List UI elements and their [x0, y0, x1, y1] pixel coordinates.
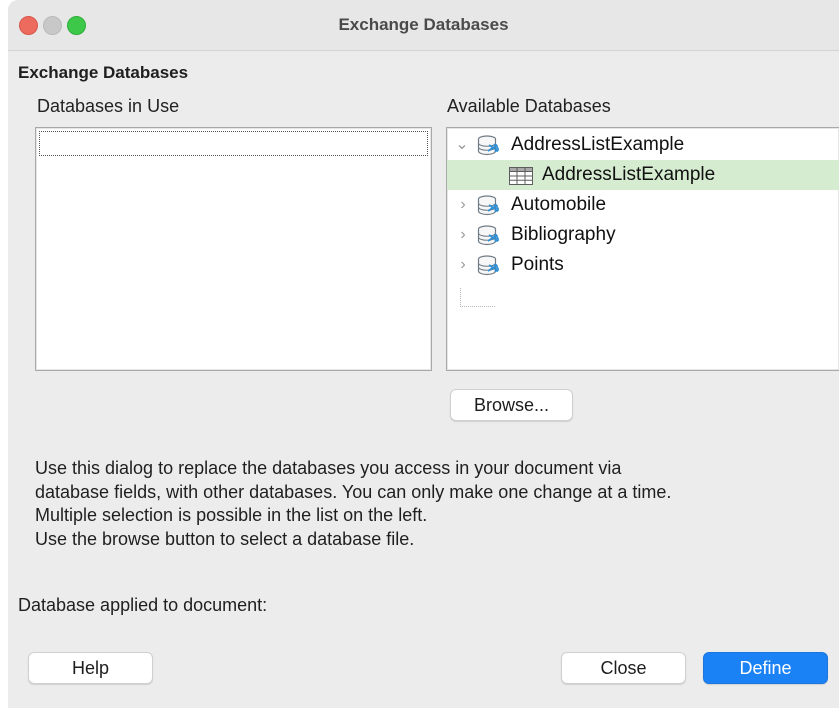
databases-in-use-list[interactable]	[35, 127, 432, 371]
chevron-right-icon[interactable]: ›	[456, 250, 470, 280]
tree-connector	[460, 288, 495, 307]
description-line: Multiple selection is possible in the li…	[35, 505, 428, 525]
database-applied-label: Database applied to document:	[18, 595, 268, 615]
close-button[interactable]: Close	[561, 652, 686, 684]
database-icon	[477, 135, 500, 162]
database-icon	[477, 255, 500, 282]
table-icon	[509, 167, 533, 191]
tree-item-label: Points	[511, 254, 564, 275]
window-title: Exchange Databases	[338, 15, 509, 34]
tree-item-label: AddressListExample	[542, 164, 716, 185]
tree-item-automobile[interactable]: › Automobile	[447, 190, 839, 220]
title-bar: Exchange Databases	[8, 0, 839, 51]
description-line: database fields, with other databases. Y…	[35, 481, 672, 502]
database-icon	[477, 195, 500, 222]
available-databases-label: Available Databases	[447, 96, 611, 116]
browse-button[interactable]: Browse...	[450, 389, 573, 421]
section-title: Exchange Databases	[18, 63, 189, 82]
description-line: Use the browse button to select a databa…	[35, 528, 415, 549]
database-icon	[477, 225, 500, 252]
tree-item-addresslistexample[interactable]: ⌄ AddressListExample	[447, 130, 839, 160]
tree-item-bibliography[interactable]: › Bibliography	[447, 220, 839, 250]
define-button[interactable]: Define	[703, 652, 828, 684]
chevron-right-icon[interactable]: ›	[456, 190, 470, 220]
description-line: Use this dialog to replace the databases…	[35, 458, 622, 478]
chevron-right-icon[interactable]: ›	[456, 220, 470, 250]
focus-row[interactable]	[39, 131, 428, 156]
tree-item-label: Bibliography	[511, 224, 616, 245]
help-button[interactable]: Help	[28, 652, 153, 684]
available-databases-tree[interactable]: ⌄ AddressListExample AddressListExample …	[446, 127, 839, 371]
exchange-databases-window: Exchange Databases Exchange Databases Da…	[8, 0, 839, 708]
chevron-down-icon[interactable]: ⌄	[455, 130, 469, 160]
tree-item-label: Automobile	[511, 194, 607, 215]
dialog-description: Use this dialog to replace the databases…	[35, 457, 671, 551]
tree-item-points[interactable]: › Points	[447, 250, 839, 280]
tree-item-label: AddressListExample	[511, 134, 685, 155]
databases-in-use-label: Databases in Use	[37, 96, 180, 116]
tree-item-addresslistexample-table[interactable]: AddressListExample	[447, 160, 839, 190]
